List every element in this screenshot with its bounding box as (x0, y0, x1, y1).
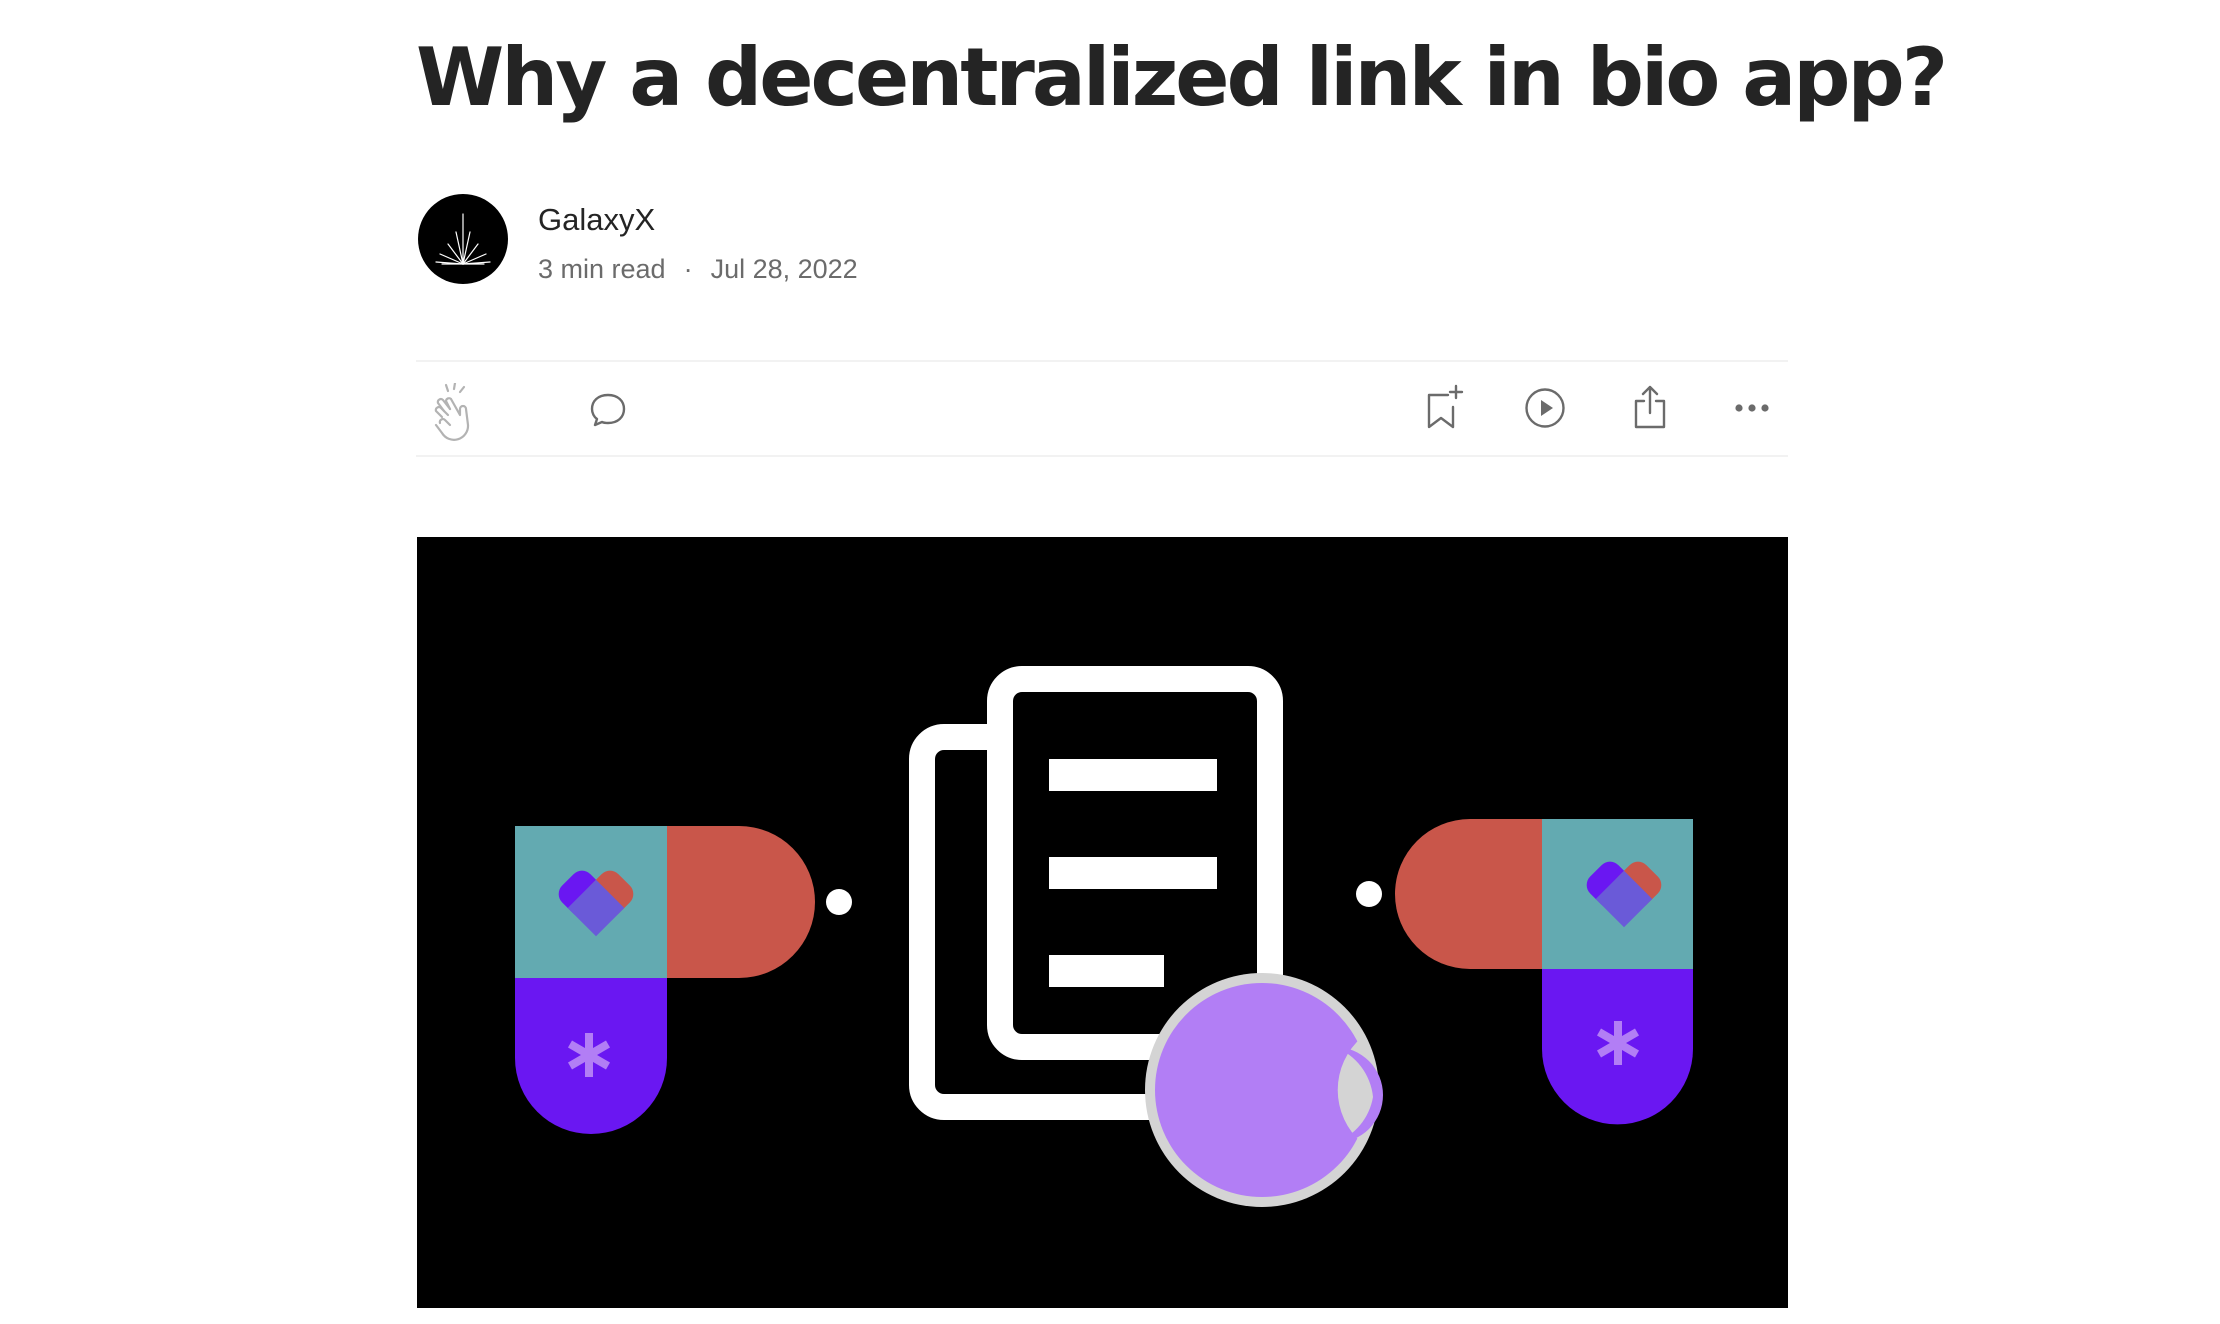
right-pill-graphic (1356, 819, 1693, 1125)
more-icon[interactable] (1734, 400, 1770, 416)
bookmark-add-icon[interactable] (1424, 383, 1464, 431)
article-meta: 3 min read · Jul 28, 2022 (538, 254, 858, 285)
comment-icon[interactable] (588, 390, 628, 430)
read-time: 3 min read (538, 254, 666, 284)
author-name[interactable]: GalaxyX (538, 202, 655, 238)
meta-separator: · (683, 254, 693, 284)
galaxyx-logo-icon (435, 213, 491, 265)
sphere-graphic (1145, 973, 1383, 1207)
clap-icon[interactable] (430, 383, 480, 441)
publish-date: Jul 28, 2022 (710, 254, 858, 284)
play-icon[interactable] (1524, 387, 1566, 429)
hero-illustration (515, 666, 1693, 1207)
article-title: Why a decentralized link in bio app? (416, 31, 1948, 124)
divider-top (416, 360, 1788, 362)
hero-image (417, 537, 1788, 1308)
author-avatar[interactable] (418, 194, 508, 284)
left-pill-graphic (515, 826, 852, 1134)
share-icon[interactable] (1630, 383, 1670, 431)
divider-bottom (416, 455, 1788, 457)
